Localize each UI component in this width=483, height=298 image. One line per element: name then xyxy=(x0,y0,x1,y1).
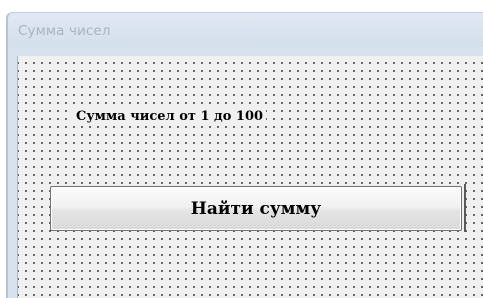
window-title: Сумма чисел xyxy=(18,23,111,39)
find-sum-button[interactable]: Найти сумму xyxy=(50,186,462,231)
sum-label: Сумма чисел от 1 до 100 xyxy=(73,108,267,125)
find-sum-button-label: Найти сумму xyxy=(190,198,322,219)
selection-handle[interactable] xyxy=(464,184,466,232)
form-design-surface[interactable]: Сумма чисел от 1 до 100 Найти сумму xyxy=(17,56,483,298)
form-window: Сумма чисел Сумма чисел от 1 до 100 Найт… xyxy=(6,12,483,298)
title-bar[interactable]: Сумма чисел xyxy=(8,13,483,47)
